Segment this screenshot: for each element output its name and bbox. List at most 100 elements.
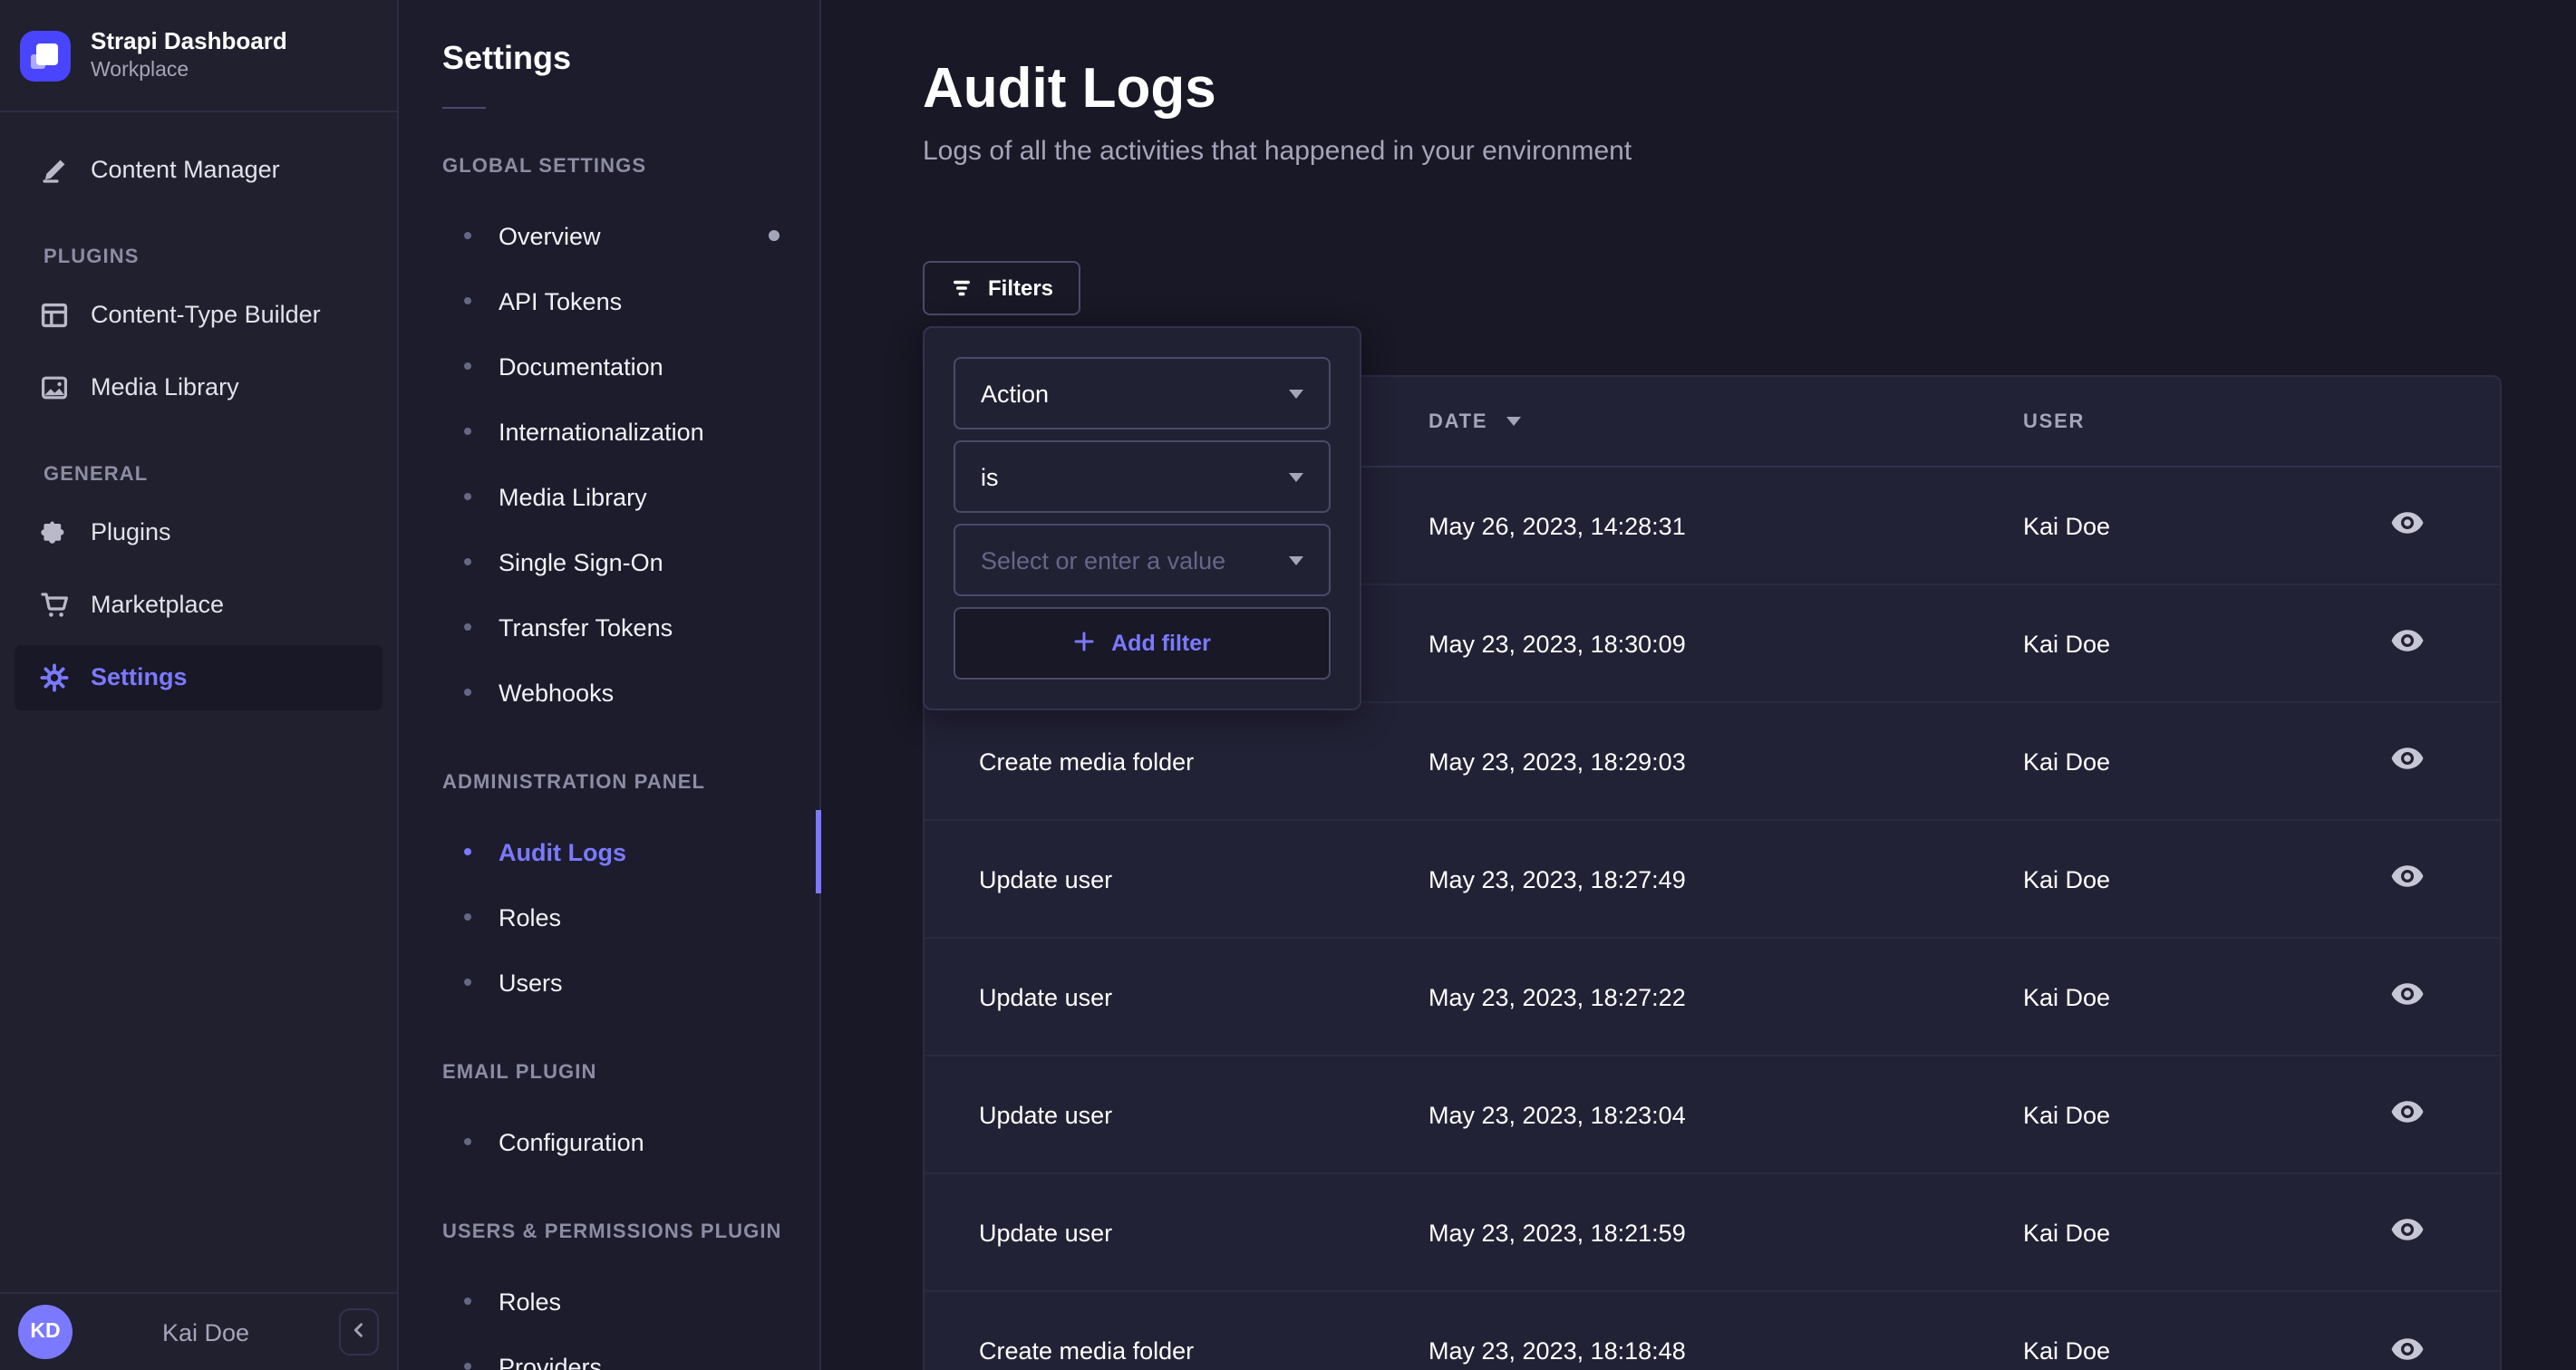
subnav-item-label: Webhooks [499, 679, 615, 706]
strapi-logo-icon [20, 30, 71, 82]
marketplace-icon [40, 591, 69, 620]
filters-button[interactable]: Filters [923, 261, 1081, 315]
sidebar-item-content-manager[interactable]: Content Manager [15, 138, 383, 203]
bullet-icon [464, 1138, 471, 1145]
eye-icon [2390, 982, 2423, 1011]
sidebar-item-settings[interactable]: Settings [15, 644, 383, 710]
view-details-button[interactable] [2383, 504, 2430, 547]
subnav-item-internationalization[interactable]: Internationalization [399, 399, 819, 464]
subnav-item-label: Media Library [499, 483, 647, 510]
subnav-item-single-sign-on[interactable]: Single Sign-On [399, 529, 819, 594]
sidebar-item-label: Content Manager [91, 156, 280, 184]
sidebar-item-marketplace[interactable]: Marketplace [15, 573, 383, 638]
content-manager-icon [40, 156, 69, 185]
bullet-icon [464, 1363, 471, 1370]
nav-section-header-plugins: PLUGINS [44, 246, 140, 268]
view-details-button[interactable] [2383, 622, 2430, 665]
subnav-section-list: Overview API Tokens Documentation Internati… [399, 203, 819, 725]
sidebar-item-media-library[interactable]: Media Library [15, 355, 383, 420]
subnav-section-header-email-plugin: EMAIL PLUGIN [442, 1062, 597, 1084]
subnav-item-api-tokens[interactable]: API Tokens [399, 268, 819, 333]
sidebar-item-content-type-builder[interactable]: Content-Type Builder [15, 283, 383, 348]
subnav-item-label: Audit Logs [499, 838, 626, 865]
bullet-icon [464, 297, 471, 304]
eye-icon [2390, 629, 2423, 658]
view-details-button[interactable] [2383, 1211, 2430, 1254]
sidebar-item-plugins[interactable]: Plugins [15, 500, 383, 565]
chevron-left-icon [350, 1316, 368, 1348]
subnav-item-documentation[interactable]: Documentation [399, 333, 819, 399]
chevron-down-icon [1289, 555, 1303, 564]
eye-icon [2390, 747, 2423, 776]
bullet-icon [464, 232, 471, 239]
filter-value-placeholder: Select or enter a value [981, 546, 1226, 574]
subnav-item-configuration[interactable]: Configuration [399, 1109, 819, 1174]
filter-attribute-select[interactable]: Action [954, 357, 1331, 429]
view-details-button[interactable] [2383, 975, 2430, 1018]
workspace-brand[interactable]: Strapi Dashboard Workplace [0, 0, 397, 111]
subnav-item-label: API Tokens [499, 287, 623, 314]
cell-user: Kai Doe [2023, 512, 2111, 539]
user-name: Kai Doe [161, 1318, 250, 1346]
cell-date: May 23, 2023, 18:29:03 [1428, 748, 1686, 775]
filter-operator-value: is [981, 463, 999, 490]
cell-date: May 23, 2023, 18:30:09 [1428, 630, 1686, 657]
cell-action: Update user [979, 983, 1113, 1010]
cell-date: May 23, 2023, 18:18:48 [1428, 1337, 1686, 1365]
toolbar: Filters [923, 261, 2502, 315]
subnav-title-divider [442, 107, 486, 109]
main-nav-menu: Content Manager PLUGINS Content-Type Build… [0, 112, 397, 1292]
subnav-item-webhooks[interactable]: Webhooks [399, 660, 819, 725]
media-library-icon [40, 373, 69, 402]
settings-icon [40, 663, 69, 692]
collapse-sidebar-button[interactable] [339, 1308, 379, 1356]
eye-icon [2390, 1218, 2423, 1247]
filter-icon [950, 277, 973, 299]
content-type-builder-icon [40, 301, 69, 330]
view-details-button[interactable] [2383, 1093, 2430, 1136]
eye-icon [2390, 511, 2423, 540]
settings-sub-nav: Settings GLOBAL SETTINGS Overview API Toke… [399, 0, 821, 1370]
filter-operator-select[interactable]: is [954, 440, 1331, 513]
sort-descending-icon[interactable] [1506, 417, 1521, 426]
filter-value-combobox[interactable]: Select or enter a value [954, 524, 1331, 596]
cell-user: Kai Doe [2023, 983, 2111, 1010]
notification-dot [769, 230, 780, 241]
table-row: Create media folder May 23, 2023, 18:18:4… [925, 1292, 2500, 1370]
bullet-icon [464, 558, 471, 565]
cell-date: May 23, 2023, 18:23:04 [1428, 1101, 1686, 1128]
view-details-button[interactable] [2383, 1329, 2430, 1370]
subnav-item-users[interactable]: Users [399, 950, 819, 1015]
main-nav-sidebar: Strapi Dashboard Workplace Content Manag… [0, 0, 399, 1370]
cell-action: Create media folder [979, 1337, 1195, 1365]
sidebar-item-label: Plugins [91, 518, 171, 546]
cell-user: Kai Doe [2023, 1219, 2111, 1246]
subnav-item-overview[interactable]: Overview [399, 203, 819, 268]
bullet-icon [464, 689, 471, 696]
cell-date: May 23, 2023, 18:27:22 [1428, 983, 1686, 1010]
subnav-item-label: Overview [499, 222, 601, 249]
subnav-item-providers[interactable]: Providers [399, 1334, 819, 1370]
eye-icon [2390, 864, 2423, 893]
column-header-date[interactable]: DATE [1428, 410, 2023, 432]
filter-popover: Action is Select or enter a value Add fi… [923, 326, 1361, 710]
subnav-item-transfer-tokens[interactable]: Transfer Tokens [399, 594, 819, 660]
subnav-item-roles[interactable]: Roles [399, 1269, 819, 1334]
table-row: Update user May 23, 2023, 18:27:22 Kai Doe [925, 939, 2500, 1056]
subnav-item-label: Documentation [499, 352, 663, 380]
add-filter-button[interactable]: Add filter [954, 607, 1331, 680]
subnav-item-media-library[interactable]: Media Library [399, 464, 819, 529]
plus-icon [1073, 630, 1095, 657]
subnav-item-roles[interactable]: Roles [399, 884, 819, 950]
chevron-down-icon [1289, 472, 1303, 481]
view-details-button[interactable] [2383, 739, 2430, 783]
bullet-icon [464, 848, 471, 855]
subnav-item-audit-logs[interactable]: Audit Logs [399, 810, 821, 893]
bullet-icon [464, 362, 471, 370]
subnav-item-label: Transfer Tokens [499, 613, 673, 641]
view-details-button[interactable] [2383, 857, 2430, 901]
avatar[interactable]: KD [18, 1305, 73, 1359]
subnav-item-label: Roles [499, 1288, 562, 1315]
table-row: Create media folder May 23, 2023, 18:29:0… [925, 703, 2500, 821]
workspace-subtitle: Workplace [91, 59, 189, 82]
